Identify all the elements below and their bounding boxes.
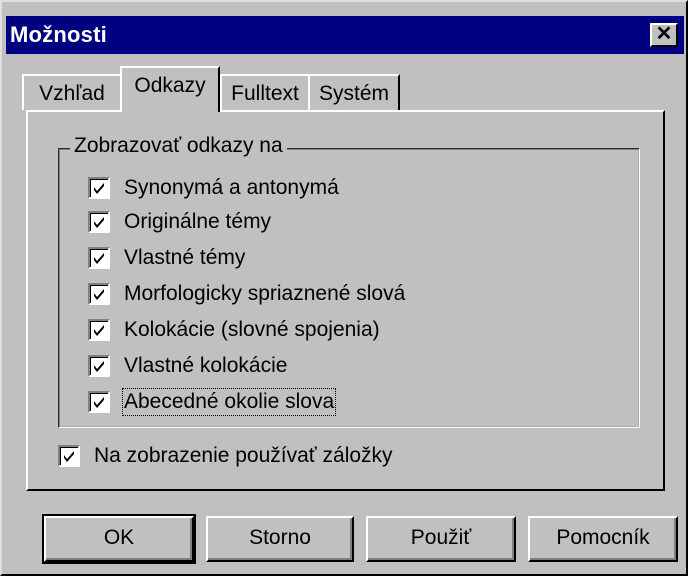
checkbox-box[interactable]	[88, 211, 110, 233]
tab-label: Odkazy	[134, 74, 206, 97]
tab-fulltext[interactable]: Fulltext	[220, 74, 310, 110]
checkbox-label: Kolokácie (slovné spojenia)	[124, 318, 380, 341]
checkmark-icon	[94, 361, 104, 372]
checkbox-synonyms[interactable]: Synonymá a antonymá	[88, 174, 339, 202]
checkbox-alphabetic-neighbourhood[interactable]: Abecedné okolie slova	[88, 388, 337, 416]
checkbox-label: Morfologicky spriaznené slová	[124, 282, 406, 305]
checkmark-icon	[94, 253, 104, 264]
checkbox-own-topics[interactable]: Vlastné témy	[88, 244, 245, 272]
close-icon: ✕	[655, 23, 673, 45]
tab-label: Fulltext	[231, 82, 299, 105]
checkbox-label: Na zobrazenie používať záložky	[94, 444, 393, 467]
checkbox-label: Vlastné témy	[124, 246, 246, 269]
checkbox-label: Originálne témy	[124, 210, 272, 233]
tab-label: Systém	[318, 82, 389, 105]
checkbox-use-bookmarks[interactable]: Na zobrazenie používať záložky	[58, 442, 393, 470]
checkbox-box[interactable]	[58, 445, 80, 467]
checkbox-original-topics[interactable]: Originálne témy	[88, 208, 271, 236]
checkbox-box[interactable]	[88, 355, 110, 377]
checkbox-own-collocations[interactable]: Vlastné kolokácie	[88, 352, 287, 380]
checkbox-label: Synonymá a antonymá	[124, 176, 339, 199]
options-dialog: Možnosti ✕ Vzhľad Odkazy Fulltext Systém…	[0, 0, 688, 576]
checkbox-box[interactable]	[88, 247, 110, 269]
checkmark-icon	[64, 451, 74, 462]
checkbox-box[interactable]	[88, 319, 110, 341]
tab-vzhlad[interactable]: Vzhľad	[22, 74, 122, 110]
checkmark-icon	[94, 217, 104, 228]
checkbox-box[interactable]	[88, 177, 110, 199]
groupbox-legend: Zobrazovať odkazy na	[70, 134, 287, 158]
ok-button[interactable]: OK	[42, 514, 196, 564]
checkbox-morphology[interactable]: Morfologicky spriaznené slová	[88, 280, 405, 308]
checkbox-label: Vlastné kolokácie	[124, 354, 288, 377]
cancel-button[interactable]: Storno	[206, 516, 354, 562]
apply-button[interactable]: Použiť	[366, 516, 516, 562]
title-bar[interactable]: Možnosti ✕	[6, 16, 684, 54]
checkmark-icon	[94, 183, 104, 194]
checkmark-icon	[94, 325, 104, 336]
help-button[interactable]: Pomocník	[528, 516, 678, 562]
window-title: Možnosti	[10, 22, 107, 47]
checkmark-icon	[94, 397, 104, 408]
tab-label: Vzhľad	[39, 82, 105, 105]
checkbox-box[interactable]	[88, 391, 110, 413]
close-button[interactable]: ✕	[650, 23, 678, 47]
checkbox-collocations[interactable]: Kolokácie (slovné spojenia)	[88, 316, 380, 344]
checkbox-box[interactable]	[88, 283, 110, 305]
tab-system[interactable]: Systém	[308, 74, 400, 110]
tab-odkazy[interactable]: Odkazy	[120, 66, 220, 112]
checkmark-icon	[94, 289, 104, 300]
checkbox-label: Abecedné okolie slova	[121, 388, 337, 416]
